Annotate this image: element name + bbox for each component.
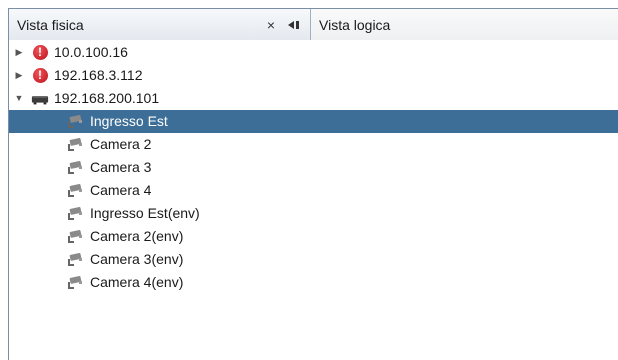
camera-icon xyxy=(65,113,83,130)
tab-label: Vista logica xyxy=(319,16,391,33)
tree-node-label: Camera 2(env) xyxy=(90,228,184,244)
tree-node-label: Camera 2 xyxy=(90,136,152,152)
camera-icon xyxy=(65,228,83,245)
tab-vista-fisica[interactable]: Vista fisica × xyxy=(9,9,311,40)
tree-node-label: 192.168.200.101 xyxy=(54,90,160,106)
tree-node-label: Camera 3(env) xyxy=(90,251,184,267)
camera-icon xyxy=(65,205,83,222)
tree-node-label: Camera 3 xyxy=(90,159,152,175)
tree-node-label: 192.168.3.112 xyxy=(54,67,143,83)
tree-node-device[interactable]: ▼ 192.168.200.101 xyxy=(9,87,618,110)
close-icon[interactable]: × xyxy=(260,14,282,36)
tree-node-device[interactable]: ▶! 192.168.3.112 xyxy=(9,64,618,87)
tree-node-camera[interactable]: Ingresso Est(env) xyxy=(9,202,618,225)
expanded-arrow-icon[interactable]: ▼ xyxy=(13,87,25,110)
camera-icon xyxy=(65,251,83,268)
tree-node-camera[interactable]: Camera 3 xyxy=(9,156,618,179)
tree-node-label: Ingresso Est(env) xyxy=(90,205,200,221)
camera-icon xyxy=(65,274,83,291)
error-icon: ! xyxy=(31,67,49,84)
tree-node-camera[interactable]: Camera 4 xyxy=(9,179,618,202)
error-icon: ! xyxy=(31,44,49,61)
tree-node-camera[interactable]: Camera 2 xyxy=(9,133,618,156)
tree-node-camera[interactable]: Ingresso Est xyxy=(9,110,618,133)
tab-bar: Vista fisica × Vista logica xyxy=(9,9,618,40)
camera-icon xyxy=(65,182,83,199)
camera-icon xyxy=(65,136,83,153)
tree-node-camera[interactable]: Camera 2(env) xyxy=(9,225,618,248)
tab-label: Vista fisica xyxy=(17,16,84,33)
collapsed-arrow-icon[interactable]: ▶ xyxy=(13,64,25,87)
tree-node-label: 10.0.100.16 xyxy=(54,44,128,60)
tree-node-camera[interactable]: Camera 3(env) xyxy=(9,248,618,271)
tab-vista-logica[interactable]: Vista logica xyxy=(311,9,618,40)
tree-node-camera[interactable]: Camera 4(env) xyxy=(9,271,618,294)
camera-icon xyxy=(65,159,83,176)
recorder-icon xyxy=(31,90,49,107)
tree-node-label: Camera 4(env) xyxy=(90,274,184,290)
tree-node-device[interactable]: ▶! 10.0.100.16 xyxy=(9,41,618,64)
collapsed-arrow-icon[interactable]: ▶ xyxy=(13,41,25,64)
device-tree-panel: Vista fisica × Vista logica ▶! 10.0.100.1… xyxy=(8,8,618,360)
device-tree: ▶! 10.0.100.16 ▶! 192.168.3.112 ▼ 192.168.200… xyxy=(9,41,618,294)
pin-icon[interactable] xyxy=(282,14,306,36)
tree-node-label: Camera 4 xyxy=(90,182,152,198)
tree-node-label: Ingresso Est xyxy=(90,113,168,129)
